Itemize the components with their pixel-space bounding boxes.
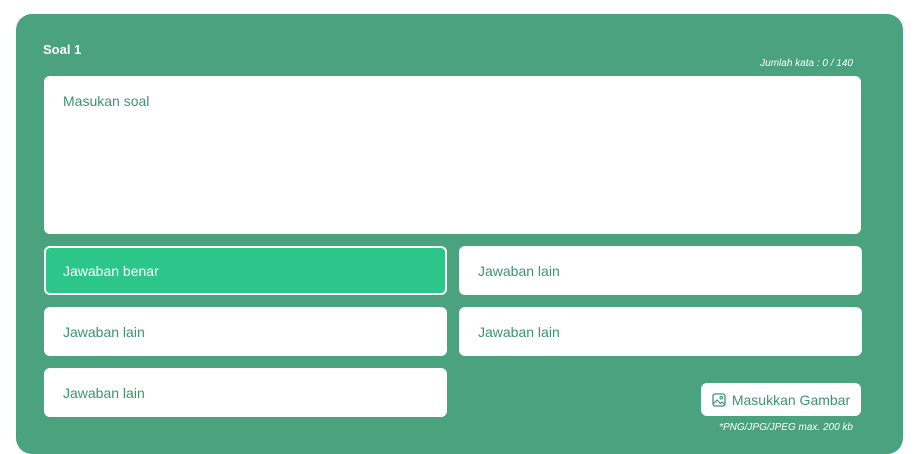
image-icon [712,392,726,407]
other-answer-input-4[interactable] [44,368,447,417]
other-answer-input-3[interactable] [459,307,862,356]
insert-image-button[interactable]: Masukkan Gambar [701,383,861,416]
insert-image-label: Masukkan Gambar [731,391,851,408]
question-title: Soal 1 [43,42,82,57]
file-format-note: *PNG/JPG/JPEG max. 200 kb [719,422,853,433]
other-answer-input-1[interactable] [459,246,862,295]
correct-answer-input[interactable] [44,246,447,295]
other-answer-input-2[interactable] [44,307,447,356]
question-card: Soal 1 Jumlah kata : 0 / 140 Masukkan Ga… [16,14,903,454]
question-input[interactable] [44,76,861,234]
word-counter: Jumlah kata : 0 / 140 [760,58,853,69]
